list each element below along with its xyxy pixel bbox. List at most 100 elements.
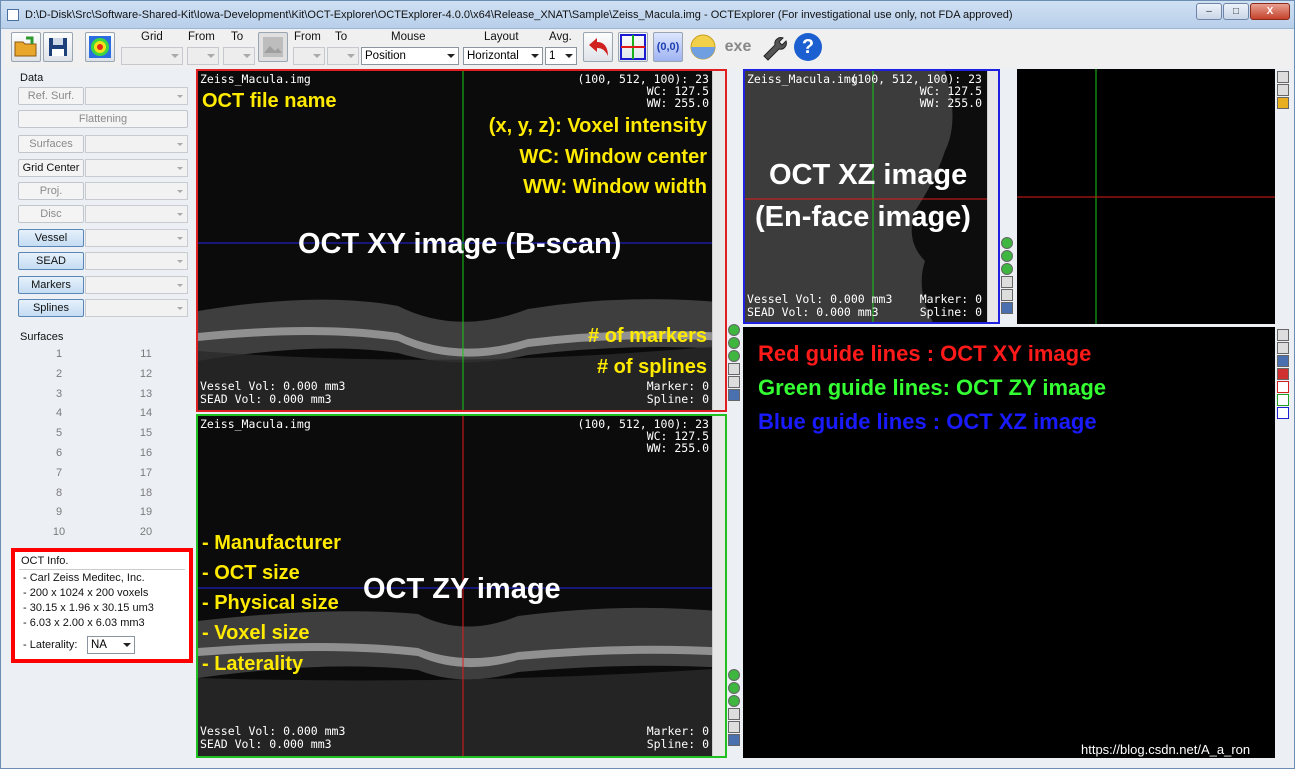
settings-button[interactable] (758, 32, 788, 62)
xz-scrollbar[interactable] (987, 71, 998, 322)
save-image-icon[interactable] (728, 721, 740, 733)
oct-info-manufacturer: - Carl Zeiss Meditec, Inc. (23, 572, 145, 584)
oct-3d-pane[interactable] (1017, 69, 1275, 324)
flattening-button[interactable]: Flattening (18, 110, 188, 128)
oct-xy-pane[interactable]: Zeiss_Macula.img (100, 512, 100): 23 WC:… (196, 69, 727, 412)
surface-item[interactable]: 3 (44, 388, 74, 400)
surface-item[interactable]: 14 (131, 407, 161, 419)
surface-item[interactable]: 13 (131, 388, 161, 400)
color-map-icon[interactable] (1277, 97, 1289, 109)
open-folder-button[interactable] (11, 32, 41, 62)
grid-blue-icon[interactable] (1277, 407, 1289, 419)
maximize-button[interactable]: □ (1223, 3, 1249, 20)
avg-label: Avg. (549, 31, 572, 43)
camera-icon[interactable] (1277, 71, 1289, 83)
laterality-select[interactable]: NA (87, 636, 135, 654)
flag-icon[interactable] (1277, 368, 1289, 380)
splines-select[interactable] (85, 299, 188, 317)
surface-item[interactable]: 17 (131, 467, 161, 479)
surface-item[interactable]: 6 (44, 447, 74, 459)
surface-item[interactable]: 2 (44, 368, 74, 380)
up-arrow-icon[interactable] (728, 324, 740, 336)
help-button[interactable]: ? (793, 32, 823, 62)
oct-zy-pane[interactable]: Zeiss_Macula.img (100, 512, 100): 23 WC:… (196, 414, 727, 758)
save-image-icon[interactable] (1277, 84, 1289, 96)
save-image-icon[interactable] (728, 376, 740, 388)
oct-xz-pane[interactable]: Zeiss_Macula.img (100, 512, 100): 23 WC:… (743, 69, 1000, 324)
down-arrow-icon[interactable] (728, 337, 740, 349)
vessel-button[interactable]: Vessel (18, 229, 84, 247)
sead-button[interactable]: SEAD (18, 252, 84, 270)
surface-item[interactable]: 1 (44, 348, 74, 360)
exe-button[interactable]: exe (723, 32, 753, 62)
grid-center-button[interactable]: Grid Center (18, 159, 84, 177)
ref-surf-select[interactable] (85, 87, 188, 105)
surface-item[interactable]: 20 (131, 526, 161, 538)
save-button[interactable] (43, 32, 73, 62)
vessel-select[interactable] (85, 229, 188, 247)
grid-red-icon[interactable] (1277, 381, 1289, 393)
mouse-mode-select[interactable]: Position (361, 47, 459, 65)
surface-item[interactable]: 7 (44, 467, 74, 479)
zy-scrollbar[interactable] (712, 416, 725, 756)
camera-icon[interactable] (1277, 329, 1289, 341)
camera-icon[interactable] (1001, 276, 1013, 288)
surface-item[interactable]: 10 (44, 526, 74, 538)
grid-select[interactable] (121, 47, 183, 65)
disc-button[interactable]: Disc (18, 205, 84, 223)
xy-scrollbar[interactable] (712, 71, 725, 410)
equal-icon[interactable] (728, 695, 740, 707)
globe-icon[interactable] (1277, 355, 1289, 367)
save-image-icon[interactable] (1001, 289, 1013, 301)
guide-lines-button[interactable] (618, 32, 648, 62)
grid-center-select[interactable] (85, 159, 188, 177)
save-image-icon[interactable] (1277, 342, 1289, 354)
proj-select[interactable] (85, 182, 188, 200)
disc-select[interactable] (85, 205, 188, 223)
thickness-map-button[interactable] (85, 32, 115, 62)
splines-button[interactable]: Splines (18, 299, 84, 317)
surface-item[interactable]: 12 (131, 368, 161, 380)
to-select[interactable] (223, 47, 255, 65)
avg-select[interactable]: 1 (545, 47, 577, 65)
image-button[interactable] (258, 32, 288, 62)
down-arrow-icon[interactable] (728, 682, 740, 694)
up-arrow-icon[interactable] (728, 669, 740, 681)
camera-icon[interactable] (728, 708, 740, 720)
ref-surf-button[interactable]: Ref. Surf. (18, 87, 84, 105)
to-select-2[interactable] (327, 47, 359, 65)
surface-item[interactable]: 11 (131, 348, 161, 360)
surface-item[interactable]: 4 (44, 407, 74, 419)
markers-button[interactable]: Markers (18, 276, 84, 294)
surface-item[interactable]: 9 (44, 506, 74, 518)
from-select[interactable] (187, 47, 219, 65)
minimize-button[interactable]: – (1196, 3, 1222, 20)
surface-item[interactable]: 19 (131, 506, 161, 518)
window-level-button[interactable] (688, 32, 718, 62)
edit-icon[interactable] (1001, 302, 1013, 314)
surface-item[interactable]: 8 (44, 487, 74, 499)
equal-icon[interactable] (728, 350, 740, 362)
surfaces-select[interactable] (85, 135, 188, 153)
edit-icon[interactable] (728, 389, 740, 401)
surface-item[interactable]: 15 (131, 427, 161, 439)
grid-green-icon[interactable] (1277, 394, 1289, 406)
surface-item[interactable]: 5 (44, 427, 74, 439)
camera-icon[interactable] (728, 363, 740, 375)
down-arrow-icon[interactable] (1001, 250, 1013, 262)
proj-button[interactable]: Proj. (18, 182, 84, 200)
surfaces-button[interactable]: Surfaces (18, 135, 84, 153)
sead-select[interactable] (85, 252, 188, 270)
markers-select[interactable] (85, 276, 188, 294)
surface-item[interactable]: 18 (131, 487, 161, 499)
close-button[interactable]: X (1250, 3, 1290, 20)
up-arrow-icon[interactable] (1001, 237, 1013, 249)
equal-icon[interactable] (1001, 263, 1013, 275)
edit-icon[interactable] (728, 734, 740, 746)
from-select-2[interactable] (293, 47, 325, 65)
annotation-physical-size: - Physical size (202, 592, 339, 614)
undo-button[interactable] (583, 32, 613, 62)
origin-button[interactable]: (0,0) (653, 32, 683, 62)
layout-select[interactable]: Horizontal (463, 47, 543, 65)
surface-item[interactable]: 16 (131, 447, 161, 459)
